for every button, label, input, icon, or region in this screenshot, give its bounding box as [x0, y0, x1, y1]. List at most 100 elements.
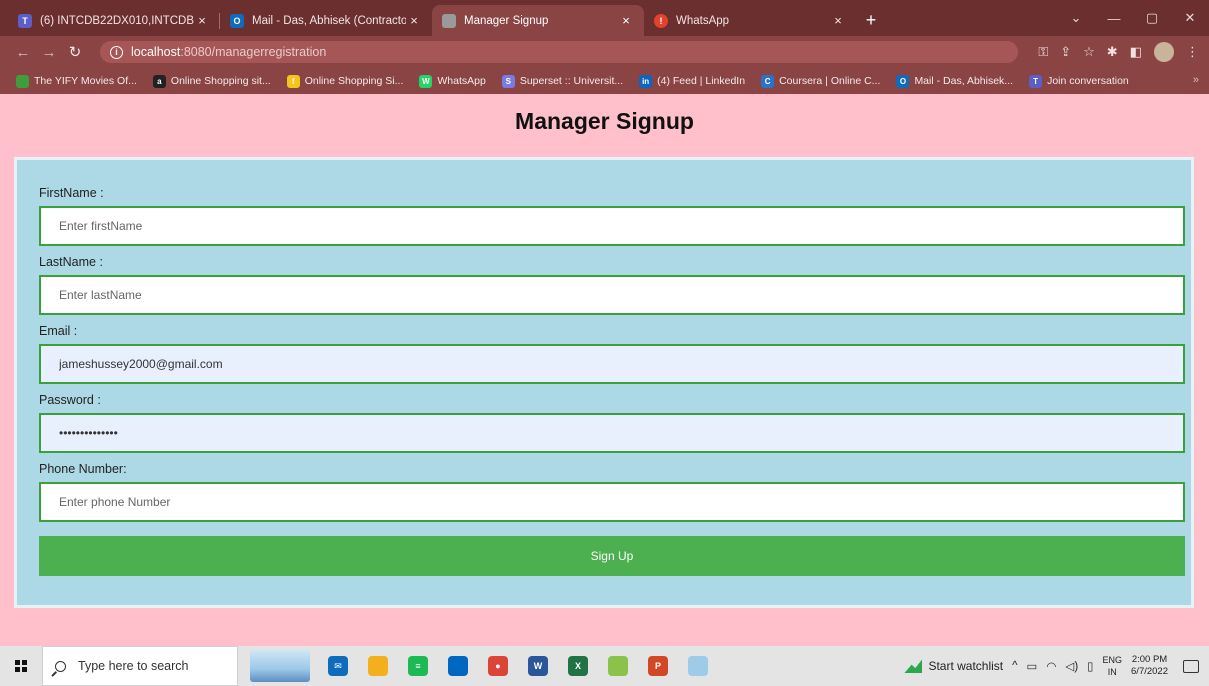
excel-icon: X — [568, 656, 588, 676]
site-info-icon[interactable]: i — [110, 45, 123, 59]
sign-up-button[interactable]: Sign Up — [39, 536, 1185, 576]
taskbar-app[interactable] — [678, 646, 718, 686]
lang-top: ENG — [1102, 655, 1123, 665]
teams-icon: T — [18, 13, 32, 28]
superset-icon: S — [501, 74, 515, 88]
email-input[interactable] — [39, 344, 1185, 384]
volume-icon[interactable]: ◁) — [1065, 659, 1078, 673]
whatsapp-icon: ! — [654, 13, 668, 28]
field-label: LastName : — [39, 255, 103, 269]
windows-logo-icon — [15, 660, 27, 672]
share-icon[interactable]: ⇪ — [1060, 44, 1071, 60]
powerpoint-icon: P — [648, 656, 668, 676]
taskbar-app[interactable]: X — [558, 646, 598, 686]
taskbar-search[interactable]: Type here to search — [42, 646, 238, 686]
field-label: Email : — [39, 324, 78, 338]
last-name-input[interactable] — [39, 275, 1185, 315]
clock-time: 2:00 PM — [1131, 654, 1168, 665]
phone-number-input[interactable] — [39, 482, 1185, 522]
back-icon[interactable]: ← — [10, 44, 36, 61]
bookmark-item[interactable]: T Join conversation — [1029, 74, 1129, 88]
coursera-icon: C — [761, 74, 775, 88]
watchlist-label: Start watchlist — [928, 659, 1004, 673]
clock-date: 6/7/2022 — [1131, 666, 1168, 677]
tab-title: (6) INTCDB22DX010,INTCDB22D — [40, 14, 194, 27]
bookmark-label: WhatsApp — [437, 75, 486, 87]
minimize-icon[interactable]: — — [1095, 0, 1133, 36]
bookmarks-overflow-icon[interactable]: » — [1193, 74, 1199, 86]
lang-bottom: IN — [1107, 667, 1117, 677]
browser-tab[interactable]: ! WhatsApp × — [644, 5, 856, 36]
bookmark-star-icon[interactable]: ☆ — [1083, 44, 1095, 60]
bookmark-item[interactable]: C Coursera | Online C... — [761, 74, 881, 88]
notifications-icon[interactable] — [1183, 659, 1199, 673]
page-title: Manager Signup — [515, 108, 694, 134]
bookmark-item[interactable]: in (4) Feed | LinkedIn — [639, 74, 746, 88]
browser-tab[interactable]: O Mail - Das, Abhisek (Contractor) × — [220, 5, 432, 36]
side-panel-icon[interactable]: ◧ — [1130, 44, 1142, 60]
bookmark-item[interactable]: W WhatsApp — [419, 74, 486, 88]
taskbar-app[interactable] — [598, 646, 638, 686]
extensions-icon[interactable]: ✱ — [1107, 44, 1118, 60]
news-widget-icon[interactable] — [250, 650, 310, 682]
forward-icon[interactable]: → — [36, 44, 62, 61]
teams-icon: T — [1029, 74, 1043, 88]
close-tab-icon[interactable]: × — [618, 13, 634, 28]
taskbar-app[interactable]: P — [638, 646, 678, 686]
password-input[interactable] — [39, 413, 1185, 453]
bookmark-item[interactable]: f Online Shopping Si... — [286, 74, 404, 88]
paint-icon — [688, 656, 708, 676]
bookmark-label: Superset :: Universit... — [519, 75, 624, 87]
whatsapp-icon: W — [419, 74, 433, 88]
url-host: localhost — [131, 45, 181, 59]
address-bar[interactable]: i localhost:8080/managerregistration — [100, 41, 1018, 63]
close-tab-icon[interactable]: × — [194, 13, 210, 28]
field-label: Phone Number: — [39, 462, 127, 476]
bookmark-item[interactable]: The YIFY Movies Of... — [16, 74, 137, 88]
signup-form: FirstName : LastName : Email : Password : Ph… — [14, 157, 1194, 608]
bookmark-label: The YIFY Movies Of... — [34, 75, 137, 87]
tab-search-icon[interactable]: ⌄ — [1057, 0, 1095, 36]
close-window-icon[interactable]: ✕ — [1171, 0, 1209, 36]
first-name-input[interactable] — [39, 206, 1185, 246]
windows-taskbar: Type here to search ✉ ≡ ● W X P Start watchli… — [0, 646, 1209, 686]
system-tray: Start watchlist ^ ▭ ◠ ◁) ▯ ENG IN 2:00 PM… — [904, 646, 1209, 686]
new-tab-button[interactable]: + — [856, 5, 886, 36]
maximize-icon[interactable]: ▢ — [1133, 0, 1171, 36]
start-button[interactable] — [0, 646, 42, 686]
taskbar-app[interactable] — [438, 646, 478, 686]
chrome-icon: ● — [488, 656, 508, 676]
taskbar-app[interactable]: ● — [478, 646, 518, 686]
taskbar-app[interactable]: W — [518, 646, 558, 686]
bookmark-label: (4) Feed | LinkedIn — [657, 75, 746, 87]
browser-toolbar: ← → ↻ i localhost:8080/managerregistrati… — [0, 36, 1209, 68]
browser-tab[interactable]: Manager Signup × — [432, 5, 644, 36]
reload-icon[interactable]: ↻ — [62, 43, 88, 61]
taskbar-app[interactable] — [358, 646, 398, 686]
stock-chart-icon — [904, 659, 923, 673]
search-icon — [55, 660, 66, 672]
battery-icon[interactable]: ▭ — [1027, 659, 1038, 673]
bookmark-label: Coursera | Online C... — [779, 75, 881, 87]
taskbar-app[interactable]: ≡ — [398, 646, 438, 686]
bookmark-item[interactable]: S Superset :: Universit... — [501, 74, 624, 88]
close-tab-icon[interactable]: × — [830, 13, 846, 28]
browser-tab[interactable]: T (6) INTCDB22DX010,INTCDB22D× — [8, 5, 220, 36]
bookmark-item[interactable]: O Mail - Das, Abhisek... — [896, 74, 1013, 88]
taskbar-search-placeholder: Type here to search — [78, 659, 189, 673]
tab-title: Manager Signup — [464, 14, 549, 27]
wifi-icon[interactable]: ◠ — [1046, 659, 1056, 673]
menu-icon[interactable]: ⋮ — [1186, 44, 1199, 60]
close-tab-icon[interactable]: × — [406, 13, 422, 28]
tray-overflow-icon[interactable]: ^ — [1012, 660, 1017, 672]
key-icon[interactable]: ⚿ — [1038, 44, 1048, 60]
display-icon[interactable]: ▯ — [1087, 659, 1093, 673]
globe-icon — [442, 13, 456, 28]
bookmark-label: Online Shopping Si... — [304, 75, 404, 87]
bookmark-item[interactable]: a Online Shopping sit... — [152, 74, 271, 88]
profile-avatar[interactable] — [1154, 42, 1174, 62]
watchlist-widget[interactable]: Start watchlist — [904, 659, 1003, 673]
clock[interactable]: 2:00 PM 6/7/2022 — [1131, 654, 1168, 678]
language-indicator[interactable]: ENG IN — [1103, 654, 1123, 678]
taskbar-app[interactable]: ✉ — [318, 646, 358, 686]
